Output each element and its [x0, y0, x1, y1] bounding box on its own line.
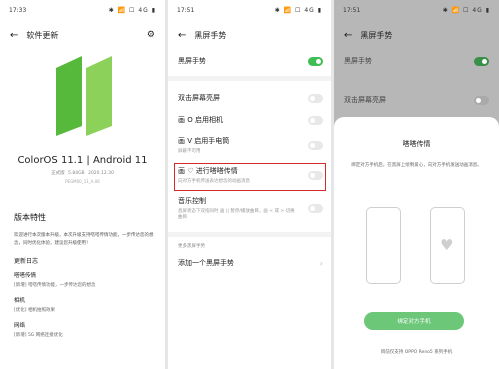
- back-arrow-icon[interactable]: ←: [344, 30, 352, 41]
- build-number: PEGM00_11_A.06: [65, 179, 100, 184]
- back-arrow-icon[interactable]: ←: [10, 30, 18, 41]
- row-label: 添加一个黑屏手势: [178, 259, 234, 267]
- divider: [168, 76, 331, 81]
- highlight-box: [174, 163, 326, 191]
- phone-outline-icon: [366, 207, 401, 284]
- row-sublabel: 息屏状态下双指同时 画 || 暂停/播放曲目，画 < 或 > 切换曲目: [178, 209, 295, 220]
- add-gesture-row[interactable]: 添加一个黑屏手势 ›: [178, 258, 323, 268]
- features-heading: 版本特性: [14, 213, 46, 222]
- intro-text: 欢迎进行本次版本升级，本次升级支持嗒嗒传情功能，一步传达您的想念，同时优化体验，…: [14, 233, 154, 246]
- support-note: 目前仅支持 OPPO Reno5 系列手机: [380, 350, 453, 355]
- release-notes: 版本特性 欢迎进行本次版本升级，本次升级支持嗒嗒传情功能，一步传达您的想念，同时…: [14, 212, 154, 346]
- gesture-master-row[interactable]: 黑屏手势: [344, 56, 489, 66]
- row-label: 黑屏手势: [344, 57, 372, 65]
- changelog-item-desc: [优化] 相机拍照效果: [14, 308, 55, 313]
- draw-v-flashlight-row[interactable]: 画 V 启用手电筒 屏蔽不可用: [178, 136, 323, 154]
- row-label: 双击屏幕亮屏: [344, 96, 386, 104]
- page-title: 软件更新: [26, 30, 59, 40]
- settings-gear-icon[interactable]: ⚙: [147, 30, 155, 40]
- sheet-description: 绑定对方手机后，在黑屏上绘制爱心，向对方手机发送动画消息。: [351, 163, 482, 168]
- page-title: 黑屏手势: [194, 30, 227, 40]
- heart-icon: ♥: [440, 236, 454, 254]
- top-bar: ← 黑屏手势: [168, 20, 331, 50]
- status-time: 17:33: [9, 6, 27, 14]
- top-bar: ← 黑屏手势: [334, 20, 499, 50]
- status-icons: ✱ 📶 ☐ 4G ▮: [108, 6, 156, 14]
- double-tap-wake-toggle[interactable]: [308, 93, 323, 103]
- changelog-item-desc: [新增] 嗒嗒传情功能，一步传达您的想念: [14, 283, 96, 288]
- changelog-item-title: 网络: [14, 323, 26, 329]
- row-label: 画 V 启用手电筒: [178, 137, 230, 145]
- status-time: 17:51: [177, 6, 195, 14]
- music-control-row[interactable]: 音乐控制 息屏状态下双指同时 画 || 暂停/播放曲目，画 < 或 > 切换曲目: [178, 196, 323, 220]
- row-label: 音乐控制: [178, 197, 206, 205]
- row-label: 画 O 启用相机: [178, 116, 223, 124]
- double-tap-wake-row[interactable]: 双击屏幕亮屏: [344, 95, 489, 105]
- draw-o-camera-toggle[interactable]: [308, 115, 323, 125]
- page-title: 黑屏手势: [360, 30, 393, 40]
- software-update-screen: 17:33 ✱ 📶 ☐ 4G ▮ ← 软件更新 ⚙ ColorOS 11.1 |…: [0, 0, 165, 369]
- gesture-settings-screen: 17:51 ✱ 📶 ☐ 4G ▮ ← 黑屏手势 黑屏手势 双击屏幕亮屏 画 O …: [168, 0, 331, 369]
- bind-phone-button[interactable]: 绑定对方手机: [364, 312, 464, 330]
- status-bar: 17:51 ✱ 📶 ☐ 4G ▮: [168, 0, 331, 20]
- row-sublabel: 屏蔽不可用: [178, 149, 201, 154]
- double-tap-wake-toggle[interactable]: [474, 95, 489, 105]
- sheet-title: 嗒嗒传情: [402, 140, 431, 148]
- heart-message-bind-screen: 17:51 ✱ 📶 ☐ 4G ▮ ← 黑屏手势 黑屏手势 双击屏幕亮屏 嗒嗒传情…: [334, 0, 499, 369]
- update-meta: 正式版 5.84GB 2020.12.30: [51, 171, 114, 176]
- coloros-11-logo: [50, 50, 120, 142]
- row-label: 黑屏手势: [178, 57, 206, 65]
- status-bar: 17:51 ✱ 📶 ☐ 4G ▮: [334, 0, 499, 20]
- changelog-item-desc: [新增] 5G 网络连接优化: [14, 333, 63, 338]
- gesture-master-toggle[interactable]: [308, 56, 323, 66]
- os-version: ColorOS 11.1 | Android 11: [17, 155, 148, 166]
- status-bar: 17:33 ✱ 📶 ☐ 4G ▮: [0, 0, 165, 20]
- section-label: 更多黑屏手势: [178, 244, 205, 249]
- chevron-right-icon: ›: [319, 258, 323, 268]
- phone-outline-icon: ♥: [430, 207, 465, 284]
- row-label: 双击屏幕亮屏: [178, 94, 220, 102]
- divider: [168, 232, 331, 237]
- changelog-item-title: 相机: [14, 298, 26, 304]
- status-icons: ✱ 📶 ☐ 4G ▮: [274, 6, 322, 14]
- bottom-sheet: 嗒嗒传情 绑定对方手机后，在黑屏上绘制爱心，向对方手机发送动画消息。 ♥ 绑定对…: [334, 117, 499, 369]
- gesture-master-row[interactable]: 黑屏手势: [178, 56, 323, 66]
- draw-v-flashlight-toggle[interactable]: [308, 140, 323, 150]
- status-icons: ✱ 📶 ☐ 4G ▮: [442, 6, 490, 14]
- double-tap-wake-row[interactable]: 双击屏幕亮屏: [178, 93, 323, 103]
- status-time: 17:51: [343, 6, 361, 14]
- changelog-heading: 更新日志: [14, 258, 39, 265]
- draw-o-camera-row[interactable]: 画 O 启用相机: [178, 115, 323, 125]
- top-bar: ← 软件更新 ⚙: [0, 20, 165, 50]
- gesture-master-toggle[interactable]: [474, 56, 489, 66]
- music-control-toggle[interactable]: [308, 203, 323, 213]
- changelog-item-title: 嗒嗒传情: [14, 273, 37, 279]
- back-arrow-icon[interactable]: ←: [178, 30, 186, 41]
